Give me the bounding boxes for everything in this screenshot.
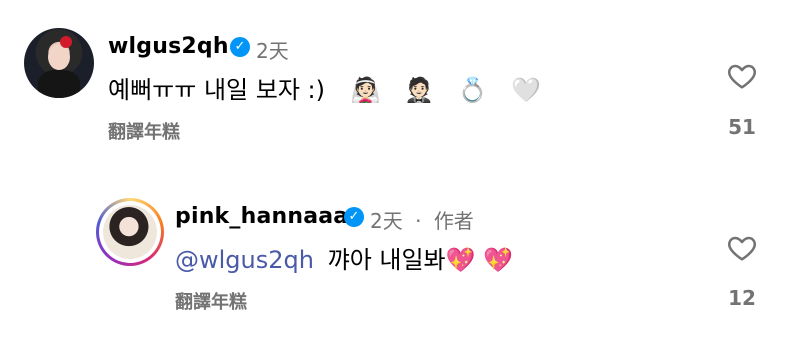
like-count: 12 [728, 286, 756, 310]
avatar-figure [38, 70, 80, 98]
like-count: 51 [728, 115, 756, 139]
avatar[interactable] [24, 28, 94, 98]
comment-time: 2天 [256, 39, 289, 63]
comment-text-content: 예뻐ㅠㅠ 내일 보자 :) [108, 76, 325, 104]
comment-username[interactable]: wlgus2qh [108, 34, 229, 59]
meta-separator: · [415, 209, 422, 233]
heart-outline-icon[interactable] [725, 232, 759, 264]
mention-link[interactable]: @wlgus2qh [175, 246, 314, 274]
avatar-story-ring[interactable] [96, 198, 164, 266]
avatar [103, 205, 157, 259]
author-badge: 作者 [433, 209, 474, 233]
comment-username[interactable]: pink_hannaaa [175, 204, 348, 229]
verified-badge-icon: ✓ [230, 37, 250, 57]
avatar-flower [60, 36, 72, 48]
heart-outline-icon[interactable] [725, 60, 759, 92]
comment-emojis: 👰🏻 🤵🏻 💍 🤍 [350, 76, 550, 104]
translate-button[interactable]: 翻譯年糕 [175, 288, 247, 314]
verified-badge-icon: ✓ [344, 207, 364, 227]
comment-meta: 2天 · 作者 [370, 205, 474, 234]
comment-text: @wlgus2qh 꺄아 내일봐💖 💖 [175, 240, 513, 275]
translate-button[interactable]: 翻譯年糕 [108, 118, 180, 144]
comment-text-content: 꺄아 내일봐💖 💖 [327, 246, 514, 274]
avatar-ring-gap [99, 201, 161, 263]
comment-time: 2天 [370, 209, 403, 233]
comment-text: 예뻐ㅠㅠ 내일 보자 :) 👰🏻 🤵🏻 💍 🤍 [108, 70, 549, 105]
